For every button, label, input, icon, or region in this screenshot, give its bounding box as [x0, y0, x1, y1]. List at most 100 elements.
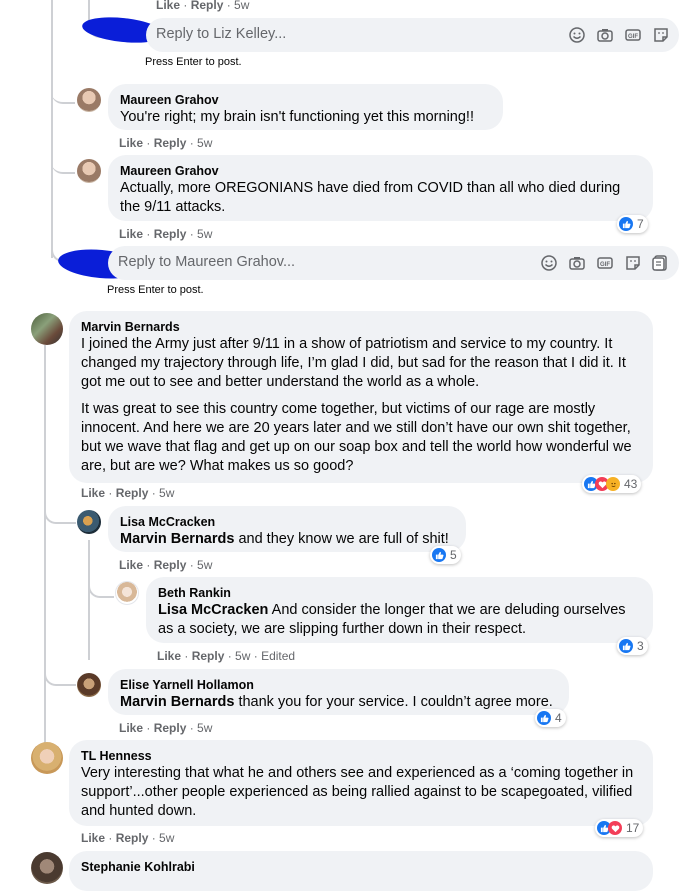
svg-text:GIF: GIF — [600, 262, 610, 268]
comment-body: thank you for your service. I couldn’t a… — [234, 694, 553, 710]
like-link[interactable]: Like — [156, 0, 180, 12]
reply-link[interactable]: Reply — [154, 227, 187, 241]
like-reaction-icon — [537, 711, 551, 725]
svg-text:GIF: GIF — [628, 34, 638, 40]
mention-link[interactable]: Marvin Bernards — [120, 531, 234, 547]
comment-text: Marvin Bernards and they know we are ful… — [120, 530, 454, 549]
comment-actions: Like · Reply · 5w — [156, 0, 250, 12]
comment-actions: Like · Reply · 5w · Edited — [157, 649, 296, 663]
sticker-icon[interactable] — [652, 26, 670, 44]
comment-actions: Like · Reply · 5w — [119, 558, 213, 572]
comment-actions: Like · Reply · 5w — [119, 721, 213, 735]
gif-icon[interactable]: GIF — [596, 254, 614, 272]
emoji-icon[interactable] — [540, 254, 558, 272]
mention-link[interactable]: Marvin Bernards — [120, 694, 234, 710]
comment-bubble: Stephanie Kohlrabi — [69, 851, 653, 891]
reply-link[interactable]: Reply — [116, 831, 149, 845]
press-enter-hint: Press Enter to post. — [107, 284, 204, 296]
comment-text: I joined the Army just after 9/11 in a s… — [81, 336, 626, 390]
comment-author[interactable]: Lisa McCracken — [120, 514, 454, 530]
love-reaction-icon — [608, 821, 622, 835]
timestamp: 5w — [234, 0, 250, 12]
reaction-summary[interactable]: 7 — [617, 215, 648, 233]
like-link[interactable]: Like — [119, 227, 143, 241]
thread-line — [44, 345, 46, 749]
like-link[interactable]: Like — [81, 831, 105, 845]
comment-author[interactable]: Maureen Grahov — [120, 92, 491, 108]
comment-author[interactable]: Maureen Grahov — [120, 163, 641, 179]
reply-link[interactable]: Reply — [154, 558, 187, 572]
comment-bubble: TL Henness Very interesting that what he… — [69, 740, 653, 826]
avatar-sticker-icon[interactable] — [651, 254, 669, 272]
emoji-icon[interactable] — [568, 26, 586, 44]
care-reaction-icon — [606, 477, 620, 491]
reply-input[interactable] — [156, 26, 406, 42]
reaction-summary[interactable]: 5 — [430, 546, 461, 564]
comment-actions: Like · Reply · 5w — [81, 486, 175, 500]
like-link[interactable]: Like — [119, 558, 143, 572]
avatar[interactable] — [77, 510, 101, 534]
thread-elbow — [51, 150, 75, 174]
thread-line — [88, 540, 90, 660]
reaction-count: 17 — [626, 821, 640, 835]
reply-box[interactable]: GIF — [108, 246, 679, 280]
reaction-summary[interactable]: 17 — [595, 819, 644, 837]
comment-bubble: Beth Rankin Lisa McCracken And consider … — [146, 577, 653, 643]
comment-bubble: Marvin Bernards I joined the Army just a… — [69, 311, 653, 483]
comment-author[interactable]: TL Henness — [81, 748, 641, 764]
comment-actions: Like · Reply · 5w — [81, 831, 175, 845]
reaction-summary[interactable]: 4 — [535, 709, 566, 727]
reply-link[interactable]: Reply — [154, 136, 187, 150]
comment-author[interactable]: Elise Yarnell Hollamon — [120, 677, 557, 693]
reaction-count: 4 — [555, 711, 562, 725]
avatar[interactable] — [77, 88, 101, 112]
reaction-summary[interactable]: 3 — [617, 637, 648, 655]
reaction-count: 7 — [637, 217, 644, 231]
reply-box[interactable]: GIF — [146, 18, 679, 52]
reply-link[interactable]: Reply — [116, 486, 149, 500]
like-link[interactable]: Like — [119, 721, 143, 735]
comment-text: Very interesting that what he and others… — [81, 765, 634, 819]
reaction-count: 3 — [637, 639, 644, 653]
comment-author[interactable]: Marvin Bernards — [81, 319, 641, 335]
like-link[interactable]: Like — [81, 486, 105, 500]
avatar[interactable] — [77, 159, 101, 183]
comment-bubble: Elise Yarnell Hollamon Marvin Bernards t… — [108, 669, 569, 715]
comment-author[interactable]: Beth Rankin — [158, 585, 641, 601]
camera-icon[interactable] — [596, 26, 614, 44]
comment-text: Marvin Bernards thank you for your servi… — [120, 693, 557, 712]
mention-link[interactable]: Lisa McCracken — [158, 602, 268, 618]
timestamp: 5w — [197, 227, 213, 241]
thread-elbow — [51, 80, 75, 104]
avatar[interactable] — [31, 742, 63, 774]
avatar[interactable] — [77, 673, 101, 697]
comment-text: You're right; my brain isn't functioning… — [120, 109, 474, 125]
avatar[interactable] — [115, 581, 139, 605]
comment-text: Lisa McCracken And consider the longer t… — [158, 601, 641, 639]
like-link[interactable]: Like — [119, 136, 143, 150]
avatar[interactable] — [31, 313, 63, 345]
timestamp: 5w — [197, 136, 213, 150]
comment-text: It was great to see this country come to… — [81, 401, 632, 474]
comment-actions: Like · Reply · 5w — [119, 136, 213, 150]
comment-bubble: Lisa McCracken Marvin Bernards and they … — [108, 506, 466, 552]
timestamp: 5w — [197, 558, 213, 572]
edited-label[interactable]: Edited — [261, 649, 295, 663]
thread-line — [51, 0, 53, 258]
reaction-count: 5 — [450, 548, 457, 562]
comment-text: Actually, more OREGONIANS have died from… — [120, 180, 621, 215]
comment-actions: Like · Reply · 5w — [119, 227, 213, 241]
reaction-summary[interactable]: 43 — [582, 475, 642, 493]
avatar[interactable] — [31, 852, 63, 884]
timestamp: 5w — [159, 486, 175, 500]
reply-link[interactable]: Reply — [191, 0, 224, 12]
comment-body: and they know we are full of shit! — [234, 531, 449, 547]
reaction-count: 43 — [624, 477, 638, 491]
sticker-icon[interactable] — [624, 254, 642, 272]
reply-link[interactable]: Reply — [154, 721, 187, 735]
gif-icon[interactable]: GIF — [624, 26, 642, 44]
reply-input[interactable] — [118, 254, 368, 270]
camera-icon[interactable] — [568, 254, 586, 272]
reply-link[interactable]: Reply — [192, 649, 225, 663]
like-link[interactable]: Like — [157, 649, 181, 663]
